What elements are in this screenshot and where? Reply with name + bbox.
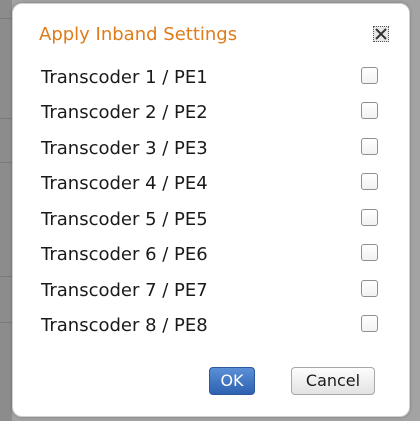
transcoder-1-checkbox[interactable] [361,67,378,84]
transcoder-label: Transcoder 5 / PE5 [41,209,208,230]
background-window-edge [0,0,12,421]
background-divider [0,276,12,277]
transcoder-row-5: Transcoder 5 / PE5 [41,206,391,236]
apply-inband-settings-dialog: Apply Inband Settings Transcoder 1 / PE1… [12,3,410,417]
transcoder-3-checkbox[interactable] [361,138,378,155]
transcoder-5-checkbox[interactable] [361,209,378,226]
background-divider [0,118,12,119]
background-divider [0,162,12,163]
transcoder-2-checkbox[interactable] [361,102,378,119]
transcoder-6-checkbox[interactable] [361,244,378,261]
transcoder-label: Transcoder 2 / PE2 [41,102,208,123]
transcoder-label: Transcoder 8 / PE8 [41,315,208,336]
transcoder-row-8: Transcoder 8 / PE8 [41,312,391,342]
background-divider [0,18,12,19]
transcoder-8-checkbox[interactable] [361,315,378,332]
transcoder-row-4: Transcoder 4 / PE4 [41,170,391,200]
transcoder-label: Transcoder 3 / PE3 [41,138,208,159]
ok-button[interactable]: OK [209,367,255,395]
transcoder-row-1: Transcoder 1 / PE1 [41,64,391,94]
cancel-button[interactable]: Cancel [291,367,375,395]
transcoder-row-7: Transcoder 7 / PE7 [41,277,391,307]
close-button[interactable] [373,26,389,42]
transcoder-4-checkbox[interactable] [361,173,378,190]
dialog-title: Apply Inband Settings [39,24,238,45]
transcoder-label: Transcoder 1 / PE1 [41,67,208,88]
transcoder-row-3: Transcoder 3 / PE3 [41,135,391,165]
transcoder-row-6: Transcoder 6 / PE6 [41,241,391,271]
transcoder-label: Transcoder 7 / PE7 [41,280,208,301]
transcoder-label: Transcoder 4 / PE4 [41,173,208,194]
transcoder-row-2: Transcoder 2 / PE2 [41,99,391,129]
close-icon [375,28,387,40]
background-divider [0,322,12,323]
transcoder-label: Transcoder 6 / PE6 [41,244,208,265]
transcoder-7-checkbox[interactable] [361,280,378,297]
